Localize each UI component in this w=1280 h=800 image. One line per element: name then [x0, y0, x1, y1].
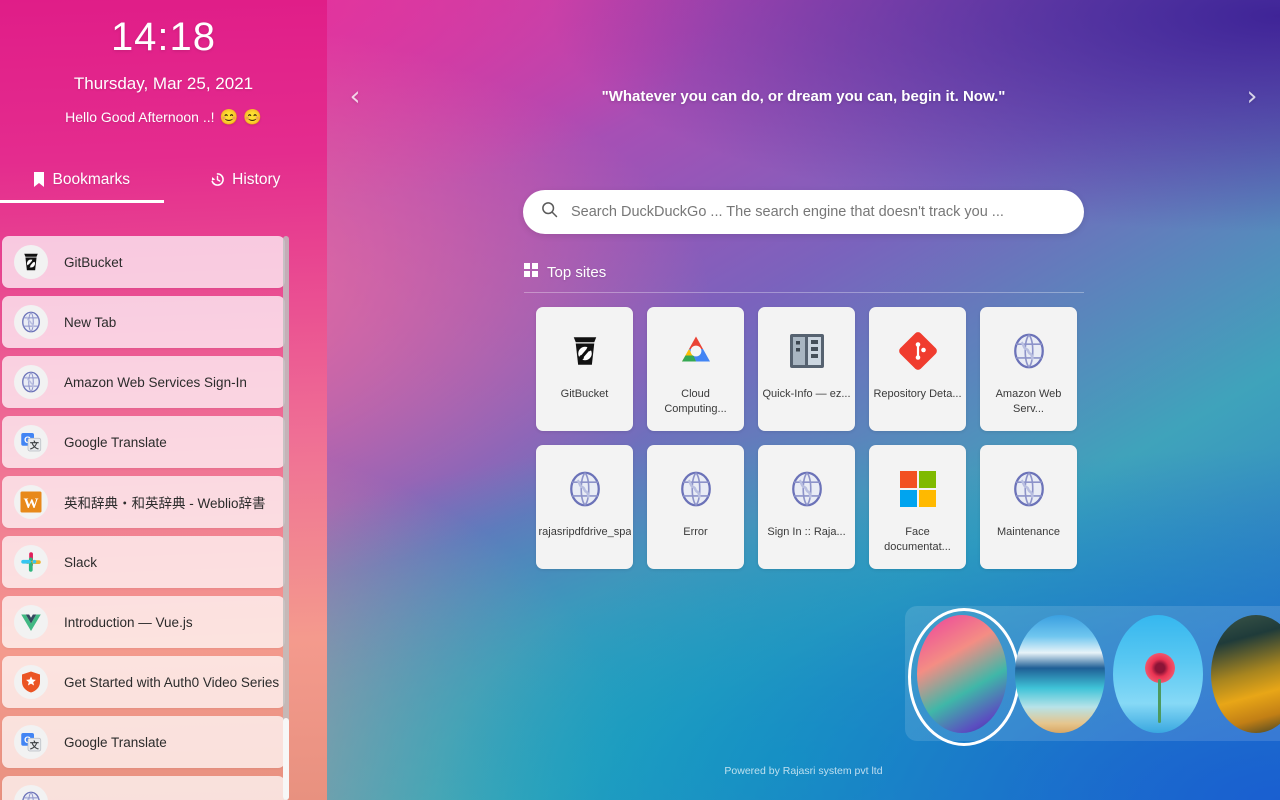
top-site-tile[interactable]: GitBucket: [536, 307, 633, 431]
bookmark-item-label: Introduction — Vue.js: [64, 614, 193, 630]
top-site-tile[interactable]: Face documentat...: [869, 445, 966, 569]
top-sites-header: Top sites: [524, 263, 1084, 281]
globe-icon: [1005, 465, 1053, 513]
bookmark-item-label: 英和辞典・和英辞典 - Weblio辞書: [64, 496, 266, 511]
bookmark-item-label: Get Started with Auth0 Video Series: [64, 674, 280, 690]
google-translate-favicon: G文: [14, 425, 48, 459]
bookmark-item-label: Slack: [64, 554, 98, 570]
bookmark-item-label: GitBucket: [64, 254, 123, 270]
history-icon: [210, 172, 225, 187]
svg-text:文: 文: [29, 439, 40, 450]
clock-date: Thursday, Mar 25, 2021: [73, 74, 254, 93]
grid-icon: [524, 263, 538, 281]
top-site-tile[interactable]: Error: [647, 445, 744, 569]
footer-credit: Powered by Rajasri system pvt ltd: [724, 765, 883, 777]
greeting: Hello Good Afternoon ..! 😊 😊: [0, 108, 327, 126]
google-cloud-icon: [672, 327, 720, 375]
bookmark-item[interactable]: GitBucket: [2, 236, 285, 288]
bookmarks-list: GitBucket New Tab Amazon Web Services Sign…: [0, 236, 327, 800]
search-input[interactable]: [571, 204, 1066, 220]
quote-next-button[interactable]: ›: [1224, 83, 1280, 110]
search-icon: [541, 201, 558, 223]
google-translate-favicon: G文: [14, 725, 48, 759]
top-site-label: Amazon Web Serv...: [995, 388, 1062, 415]
quote-carousel: ‹ "Whatever you can do, or dream you can…: [327, 72, 1280, 120]
smiley-icon-1: 😊: [219, 109, 239, 126]
top-site-label: Cloud Computing...: [664, 388, 727, 415]
microsoft-icon: [894, 465, 942, 513]
globe-icon: [783, 465, 831, 513]
greeting-text: Hello Good Afternoon ..!: [65, 109, 215, 125]
top-site-label: Error: [683, 526, 708, 538]
bookmark-item-label: Amazon Web Services Sign-In: [64, 374, 247, 390]
bookmark-item[interactable]: [2, 776, 285, 800]
wheat-field-wallpaper[interactable]: [1211, 614, 1280, 733]
top-site-label: Sign In :: Raja...: [767, 526, 846, 538]
tab-history-label: History: [232, 170, 281, 188]
search-bar[interactable]: [523, 190, 1084, 234]
top-site-label: Maintenance: [997, 526, 1060, 538]
globe-icon: [672, 465, 720, 513]
bookmark-item[interactable]: W 英和辞典・和英辞典 - Weblio辞書: [2, 476, 285, 528]
tab-bookmarks-label: Bookmarks: [52, 170, 131, 188]
gradient-wallpaper[interactable]: [908, 607, 1020, 746]
beach-wallpaper[interactable]: [1015, 614, 1105, 733]
globe-favicon: [14, 365, 48, 399]
svg-text:文: 文: [29, 739, 40, 750]
top-site-label: Quick-Info — ez...: [762, 388, 851, 400]
top-site-tile[interactable]: Sign In :: Raja...: [758, 445, 855, 569]
top-site-label: Repository Deta...: [873, 388, 962, 400]
auth0-favicon: [14, 665, 48, 699]
top-sites-grid: GitBucket Cloud Computing... Quick-Info — …: [536, 307, 1088, 569]
quote-prev-button[interactable]: ‹: [327, 83, 383, 110]
tab-history[interactable]: History: [164, 159, 328, 203]
top-site-tile[interactable]: Repository Deta...: [869, 307, 966, 431]
globe-icon: [1005, 327, 1053, 375]
top-sites-divider: [524, 292, 1084, 293]
gitbucket-icon: [561, 327, 609, 375]
globe-icon: [561, 465, 609, 513]
sidebar: 14:18 Thursday, Mar 25, 2021 Hello Good …: [0, 0, 327, 800]
top-sites-title: Top sites: [547, 263, 607, 281]
top-site-tile[interactable]: Quick-Info — ez...: [758, 307, 855, 431]
smiley-icon-2: 😊: [243, 109, 262, 126]
vuejs-favicon: [14, 605, 48, 639]
top-site-tile[interactable]: Cloud Computing...: [647, 307, 744, 431]
flower-sky-wallpaper[interactable]: [1113, 614, 1203, 733]
bookmark-item[interactable]: G 文 Google Translate: [2, 416, 285, 468]
sidebar-scrollbar-thumb[interactable]: [283, 718, 289, 800]
globe-favicon: [14, 305, 48, 339]
bookmark-item[interactable]: Amazon Web Services Sign-In: [2, 356, 285, 408]
top-site-tile[interactable]: rajasripdfdrive_spa: [536, 445, 633, 569]
bookmark-item-label: New Tab: [64, 314, 117, 330]
top-site-tile[interactable]: Amazon Web Serv...: [980, 307, 1077, 431]
bookmark-item[interactable]: Introduction — Vue.js: [2, 596, 285, 648]
bookmark-icon: [33, 172, 45, 187]
sidebar-scrollbar[interactable]: [283, 236, 289, 800]
top-site-label: rajasripdfdrive_spa: [538, 526, 631, 538]
clock-time: 14:18: [110, 15, 217, 59]
bookmark-item-label: Google Translate: [64, 734, 167, 750]
wallpaper-picker: [905, 606, 1280, 746]
gitbucket-favicon: [14, 245, 48, 279]
globe-favicon: [14, 785, 48, 800]
svg-text:W: W: [24, 496, 39, 512]
top-site-label: Face documentat...: [884, 526, 951, 553]
quote-text: "Whatever you can do, or dream you can, …: [601, 87, 1006, 105]
sidebar-tabs: Bookmarks History: [0, 159, 327, 203]
server-rack-icon: [783, 327, 831, 375]
tab-bookmarks[interactable]: Bookmarks: [0, 159, 164, 203]
bookmark-item[interactable]: New Tab: [2, 296, 285, 348]
bookmark-item[interactable]: G 文 Google Translate: [2, 716, 285, 768]
weblio-favicon: W: [14, 485, 48, 519]
bookmark-item[interactable]: Get Started with Auth0 Video Series: [2, 656, 285, 708]
bookmark-item-label: Google Translate: [64, 434, 167, 450]
top-site-label: GitBucket: [560, 388, 609, 400]
top-site-tile[interactable]: Maintenance: [980, 445, 1077, 569]
git-diamond-icon: [894, 327, 942, 375]
clock-widget: 14:18 Thursday, Mar 25, 2021 Hello Good …: [0, 0, 327, 126]
bookmark-item[interactable]: Slack: [2, 536, 285, 588]
slack-favicon: [14, 545, 48, 579]
